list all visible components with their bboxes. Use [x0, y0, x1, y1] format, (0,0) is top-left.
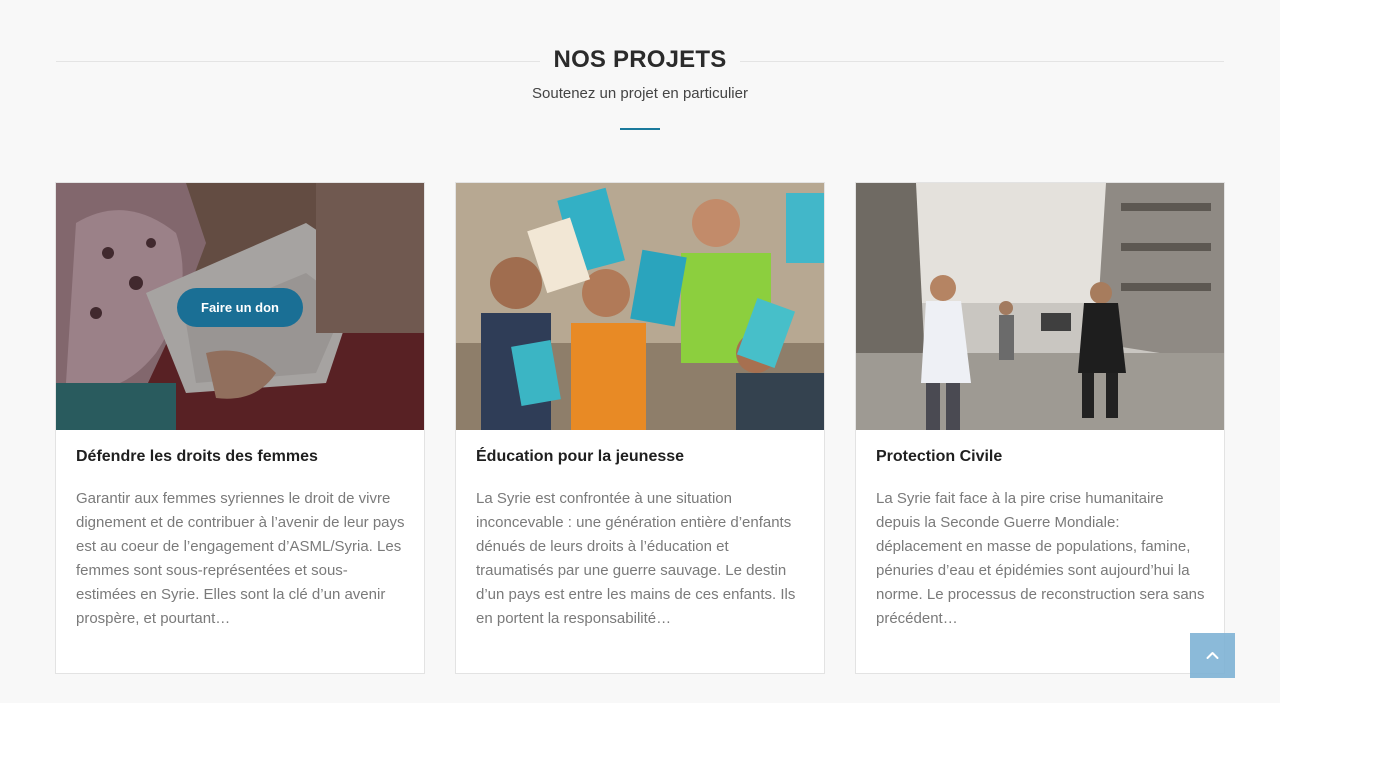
section-title: NOS PROJETS: [553, 46, 727, 73]
chevron-up-icon: [1206, 652, 1219, 659]
project-excerpt: Garantir aux femmes syriennes le droit d…: [76, 490, 405, 627]
donate-button[interactable]: Faire un don: [177, 288, 303, 327]
project-card-civil-protection[interactable]: Protection Civile La Syrie fait face à l…: [855, 182, 1225, 674]
project-title[interactable]: Défendre les droits des femmes: [76, 448, 318, 466]
project-card-women-rights[interactable]: Faire un don Défendre les droits des fem…: [55, 182, 425, 674]
project-image-civil-protection[interactable]: [856, 183, 1224, 430]
projects-section: NOS PROJETS Soutenez un projet en partic…: [0, 0, 1280, 703]
project-excerpt: La Syrie est confrontée à une situation …: [476, 490, 796, 627]
project-image-women-rights[interactable]: Faire un don: [56, 183, 424, 430]
project-excerpt: La Syrie fait face à la pire crise human…: [876, 490, 1205, 627]
back-to-top-button[interactable]: [1190, 633, 1235, 678]
project-title[interactable]: Éducation pour la jeunesse: [476, 448, 684, 466]
title-accent-bar: [620, 128, 660, 130]
project-title[interactable]: Protection Civile: [876, 448, 1002, 466]
section-subtitle: Soutenez un projet en particulier: [532, 85, 748, 102]
project-image-education[interactable]: [456, 183, 824, 430]
project-card-education[interactable]: Éducation pour la jeunesse La Syrie est …: [455, 182, 825, 674]
section-heading: NOS PROJETS: [56, 44, 1224, 78]
